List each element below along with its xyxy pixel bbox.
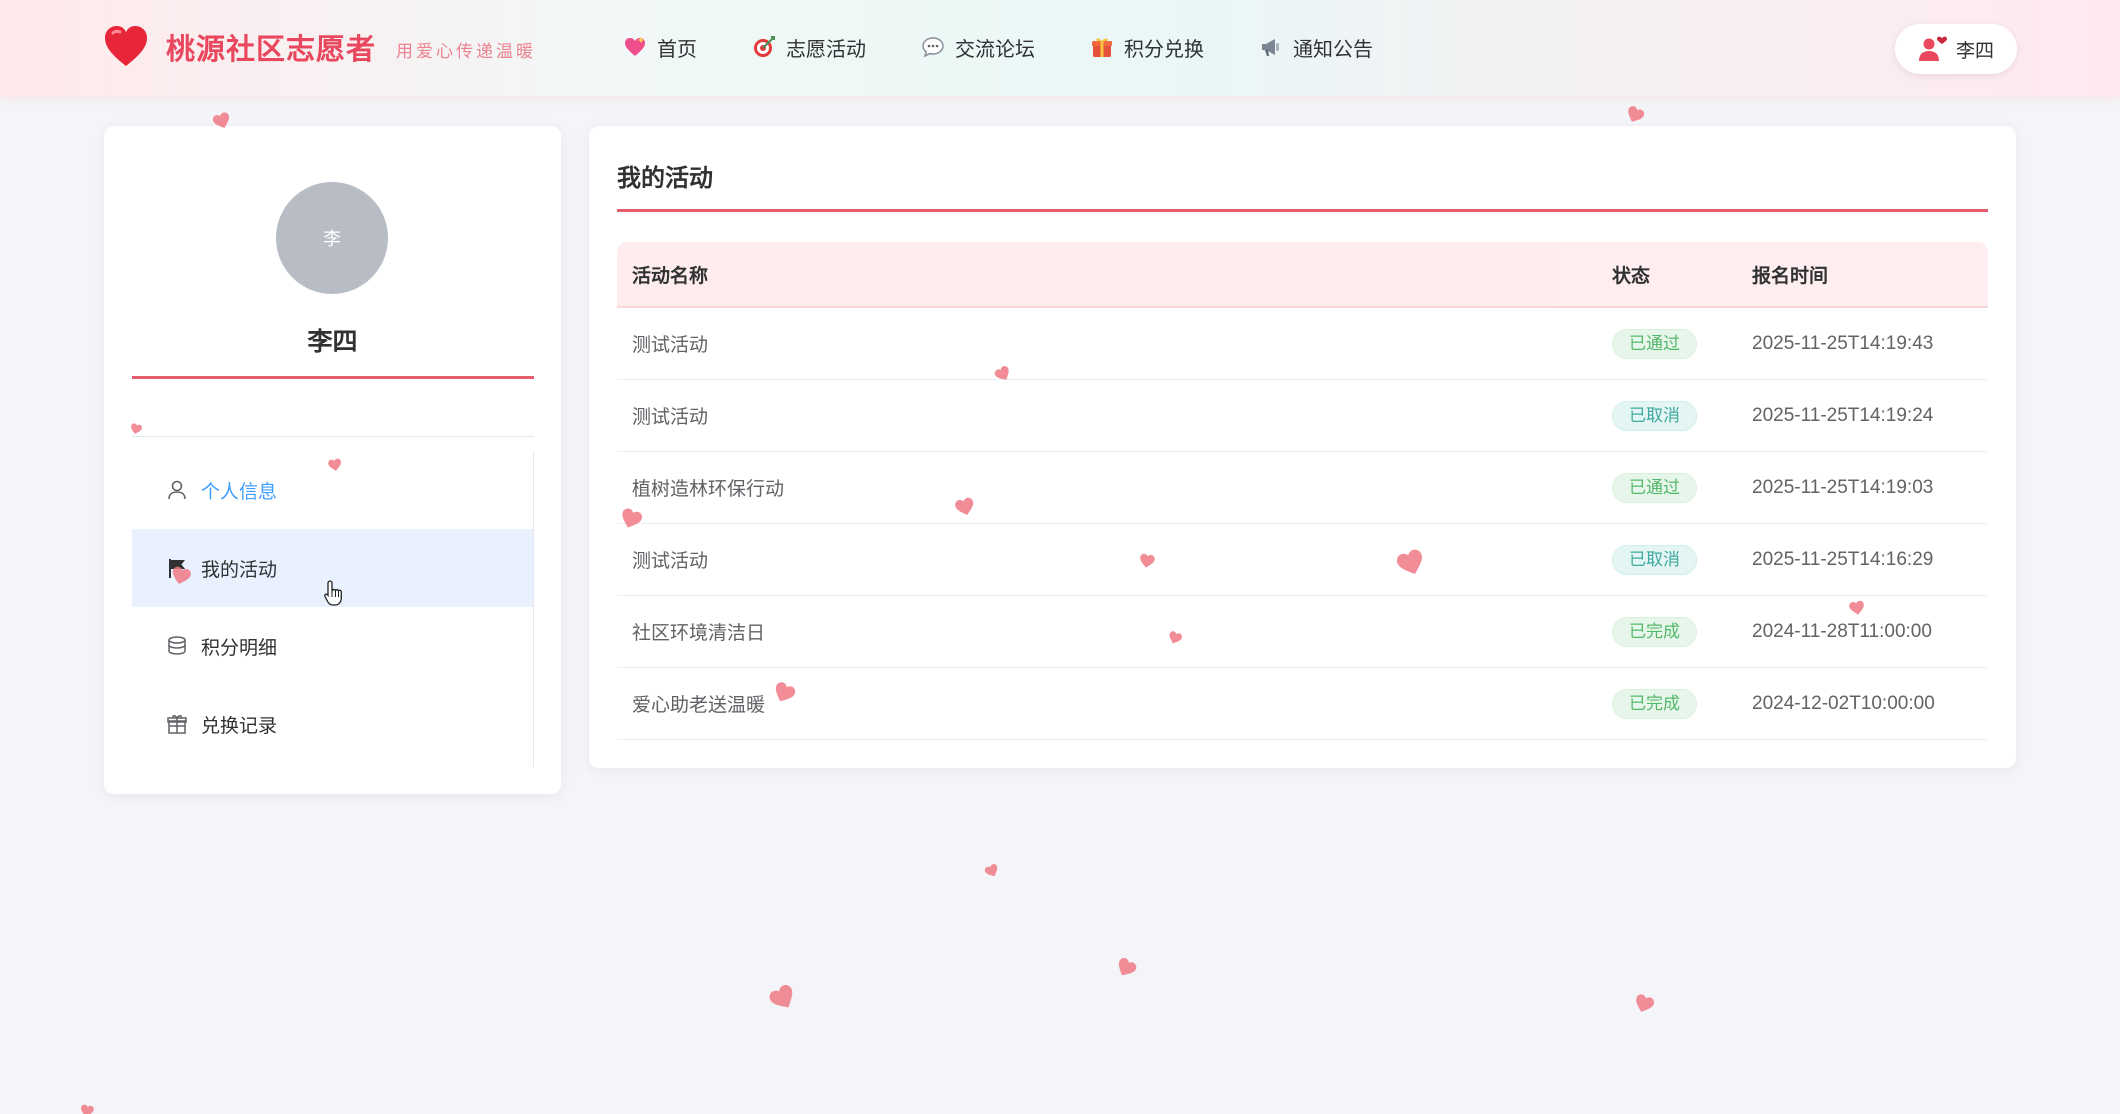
- signup-time: 2025-11-25T14:16:29: [1752, 548, 1934, 570]
- profile-name: 李四: [307, 327, 358, 356]
- hand-pointer-icon: [324, 580, 342, 606]
- nav-points-exchange-label: 积分兑换: [1124, 36, 1204, 61]
- sidebar-item-points-detail[interactable]: 积分明细: [132, 607, 533, 685]
- nav-activities-label: 志愿活动: [786, 36, 866, 61]
- table-row[interactable]: 爱心助老送温暖 已完成 2024-12-02T10:00:00: [617, 668, 1988, 740]
- user-name: 李四: [1955, 39, 1994, 62]
- floating-heart-icon: [81, 1104, 94, 1114]
- floating-heart-icon: [1118, 958, 1137, 976]
- target-icon: [751, 34, 777, 60]
- floating-heart-icon: [1636, 994, 1655, 1012]
- table-row[interactable]: 测试活动 已取消 2025-11-25T14:16:29: [617, 524, 1988, 596]
- menu-divider: [132, 436, 534, 437]
- nav-activities[interactable]: 志愿活动: [751, 26, 866, 68]
- activity-name: 植树造林环保行动: [632, 478, 785, 500]
- heart-icon: [105, 26, 147, 66]
- floating-heart-icon: [769, 985, 793, 1008]
- top-navbar: 桃源社区志愿者 用爱心传递温暖 首页 志愿活动 交流论坛 积分兑换 通知公告 李…: [0, 0, 2120, 96]
- gift-box-icon: [165, 712, 189, 736]
- status-cell: 已通过: [1597, 328, 1737, 359]
- status-badge: 已完成: [1612, 688, 1697, 719]
- nav-home[interactable]: 首页: [622, 26, 697, 68]
- floating-heart-icon: [328, 458, 341, 471]
- activity-name: 爱心助老送温暖: [632, 694, 766, 716]
- nav-home-label: 首页: [657, 36, 697, 61]
- nav-points-exchange[interactable]: 积分兑换: [1089, 26, 1204, 68]
- activity-name: 测试活动: [632, 550, 709, 572]
- user-menu-button[interactable]: 李四: [1895, 24, 2017, 74]
- name-divider: [132, 376, 534, 379]
- nav-forum-label: 交流论坛: [955, 36, 1035, 61]
- status-badge: 已通过: [1612, 472, 1697, 503]
- status-cell: 已完成: [1597, 688, 1737, 719]
- status-cell: 已取消: [1597, 544, 1737, 575]
- floating-heart-icon: [1849, 600, 1864, 615]
- avatar-initial: 李: [323, 229, 341, 250]
- status-badge: 已通过: [1612, 328, 1697, 359]
- status-cell: 已通过: [1597, 472, 1737, 503]
- nav-announcements-label: 通知公告: [1293, 36, 1373, 61]
- site-logo[interactable]: 桃源社区志愿者 用爱心传递温暖: [102, 22, 536, 72]
- site-slogan: 用爱心传递温暖: [396, 41, 537, 62]
- signup-time: 2025-11-25T14:19:24: [1752, 404, 1934, 426]
- column-header-name: 活动名称: [632, 264, 709, 287]
- signup-time: 2024-11-28T11:00:00: [1752, 620, 1932, 642]
- sidebar-menu: 个人信息 我的活动 积分明细 兑换记录: [132, 451, 534, 767]
- sidebar-item-label: 积分明细: [201, 636, 278, 659]
- speech-bubble-icon: [920, 34, 946, 60]
- sidebar-item-exchange-records[interactable]: 兑换记录: [132, 685, 533, 763]
- table-row[interactable]: 测试活动 已通过 2025-11-25T14:19:43: [617, 308, 1988, 380]
- status-cell: 已完成: [1597, 616, 1737, 647]
- title-divider: [617, 209, 1988, 212]
- floating-heart-icon: [1628, 106, 1645, 122]
- user-heart-icon: [1918, 36, 1947, 61]
- user-icon: [165, 478, 189, 502]
- page-title: 我的活动: [617, 164, 713, 192]
- site-title: 桃源社区志愿者: [166, 32, 377, 66]
- status-badge: 已取消: [1612, 400, 1697, 431]
- signup-time: 2025-11-25T14:19:03: [1752, 476, 1934, 498]
- avatar[interactable]: 李: [276, 182, 388, 294]
- status-badge: 已完成: [1612, 616, 1697, 647]
- table-row[interactable]: 社区环境清洁日 已完成 2024-11-28T11:00:00: [617, 596, 1988, 668]
- floating-heart-icon: [984, 864, 998, 877]
- column-header-status: 状态: [1612, 264, 1651, 287]
- main-nav: 首页 志愿活动 交流论坛 积分兑换 通知公告: [622, 26, 1427, 68]
- my-activities-panel: 我的活动 活动名称 状态 报名时间 测试活动 已通过 2025-11-25T14:1…: [589, 126, 2016, 768]
- status-badge: 已取消: [1612, 544, 1697, 575]
- nav-announcements[interactable]: 通知公告: [1258, 26, 1373, 68]
- activity-name: 测试活动: [632, 334, 709, 356]
- table-body: 测试活动 已通过 2025-11-25T14:19:43 测试活动 已取消 2025-11…: [617, 308, 1988, 740]
- activities-table: 活动名称 状态 报名时间 测试活动 已通过 2025-11-25T14:19:43 测…: [617, 242, 1988, 740]
- signup-time: 2025-11-25T14:19:43: [1752, 332, 1934, 354]
- sparkling-heart-icon: [622, 34, 648, 60]
- gift-icon: [1089, 34, 1115, 60]
- sidebar-item-label: 兑换记录: [201, 714, 278, 737]
- table-row[interactable]: 植树造林环保行动 已通过 2025-11-25T14:19:03: [617, 452, 1988, 524]
- floating-heart-icon: [1140, 553, 1155, 568]
- activity-name: 社区环境清洁日: [632, 622, 766, 644]
- table-header: 活动名称 状态 报名时间: [617, 242, 1988, 308]
- table-row[interactable]: 测试活动 已取消 2025-11-25T14:19:24: [617, 380, 1988, 452]
- megaphone-icon: [1258, 34, 1284, 60]
- sidebar-item-label: 我的活动: [201, 558, 278, 581]
- activity-name: 测试活动: [632, 406, 709, 428]
- status-cell: 已取消: [1597, 400, 1737, 431]
- sidebar-item-label: 个人信息: [201, 480, 278, 503]
- nav-forum[interactable]: 交流论坛: [920, 26, 1035, 68]
- column-header-time: 报名时间: [1752, 264, 1829, 287]
- coins-icon: [165, 634, 189, 658]
- signup-time: 2024-12-02T10:00:00: [1752, 692, 1935, 714]
